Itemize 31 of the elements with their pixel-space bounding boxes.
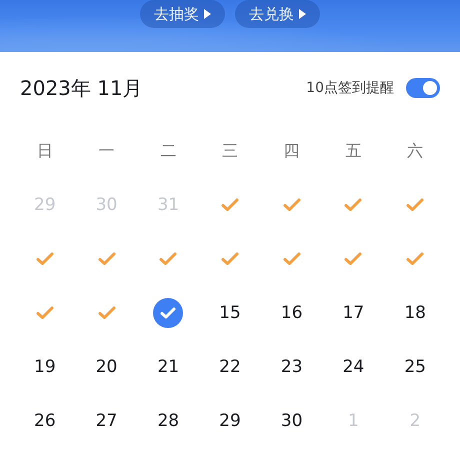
day-number[interactable]: 22: [219, 357, 241, 377]
day-number[interactable]: 30: [280, 411, 303, 431]
day-number[interactable]: 20: [96, 357, 118, 377]
reminder-toggle[interactable]: [406, 78, 440, 98]
day-number[interactable]: 19: [34, 357, 56, 377]
weekday-label: 日: [36, 140, 54, 162]
day-number[interactable]: 28: [157, 411, 180, 431]
day-number[interactable]: 15: [219, 303, 241, 323]
day-number[interactable]: 17: [342, 303, 364, 323]
weekday-label: 二: [159, 140, 178, 162]
checked-day-icon[interactable]: [153, 298, 184, 328]
day-number[interactable]: 25: [404, 357, 426, 377]
reminder-label: 10点签到提醒: [306, 79, 394, 97]
weekday-label: 四: [282, 140, 301, 162]
day-number[interactable]: 24: [342, 357, 364, 377]
day-number[interactable]: 23: [280, 357, 303, 377]
triangle-icon: [204, 9, 211, 19]
day-number[interactable]: 27: [96, 411, 118, 431]
weekday-label: 一: [98, 140, 116, 162]
day-number[interactable]: 26: [34, 411, 56, 431]
month-title: 2023年 11月: [20, 74, 143, 102]
day-number[interactable]: 21: [157, 357, 180, 377]
banner-button[interactable]: 去抽奖: [140, 0, 225, 28]
weekday-label: 三: [220, 140, 239, 162]
day-number[interactable]: 29: [219, 411, 241, 431]
day-number[interactable]: 18: [404, 303, 426, 323]
triangle-icon: [299, 9, 306, 19]
weekday-label: 六: [406, 140, 424, 162]
weekday-label: 五: [344, 140, 362, 162]
day-number[interactable]: 16: [280, 303, 303, 323]
banner-button[interactable]: 去兑换: [235, 0, 320, 28]
